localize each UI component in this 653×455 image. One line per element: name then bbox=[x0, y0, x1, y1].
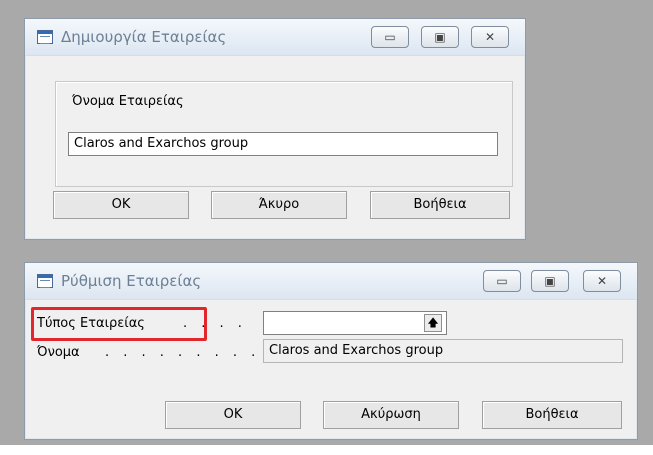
name-leader-dots: . . . . . . . . . bbox=[105, 345, 261, 360]
create-company-title: Δημιουργία Εταιρείας bbox=[61, 28, 227, 46]
close-button[interactable]: ✕ bbox=[471, 26, 509, 48]
window-icon bbox=[37, 30, 53, 44]
minimize-button[interactable]: ▭ bbox=[371, 26, 409, 48]
help-button[interactable]: Βοήθεια bbox=[482, 401, 622, 429]
company-setup-title: Ρύθμιση Εταιρείας bbox=[61, 272, 202, 290]
arrow-up-icon[interactable]: 🡅 bbox=[424, 314, 442, 332]
close-button[interactable]: ✕ bbox=[583, 270, 621, 292]
minimize-button[interactable]: ▭ bbox=[483, 270, 521, 292]
name-display-field: Claros and Exarchos group bbox=[263, 339, 623, 363]
window-icon bbox=[37, 274, 53, 288]
create-company-titlebar[interactable]: Δημιουργία Εταιρείας ▭ ▣ ✕ bbox=[25, 19, 525, 56]
cancel-button[interactable]: Άκυρο bbox=[211, 191, 347, 219]
company-name-label: Όνομα Εταιρείας bbox=[72, 94, 184, 109]
company-type-select[interactable]: 🡅 bbox=[263, 311, 447, 335]
company-setup-titlebar[interactable]: Ρύθμιση Εταιρείας ▭ ▣ ✕ bbox=[25, 263, 637, 300]
cancel-button[interactable]: Ακύρωση bbox=[323, 401, 459, 429]
maximize-button[interactable]: ▣ bbox=[531, 270, 569, 292]
company-name-input[interactable]: Claros and Exarchos group bbox=[68, 132, 498, 156]
ok-button[interactable]: OK bbox=[165, 401, 301, 429]
maximize-button[interactable]: ▣ bbox=[421, 26, 459, 48]
company-name-group: Όνομα Εταιρείας Claros and Exarchos grou… bbox=[55, 81, 513, 187]
ok-button[interactable]: OK bbox=[53, 191, 189, 219]
create-company-dialog: Δημιουργία Εταιρείας ▭ ▣ ✕ Όνομα Εταιρεί… bbox=[24, 18, 526, 240]
company-setup-dialog: Ρύθμιση Εταιρείας ▭ ▣ ✕ Τύπος Εταιρείας … bbox=[24, 262, 638, 440]
help-button[interactable]: Βοήθεια bbox=[370, 191, 510, 219]
name-label: Όνομα bbox=[37, 345, 80, 360]
highlight-annotation bbox=[31, 307, 207, 341]
